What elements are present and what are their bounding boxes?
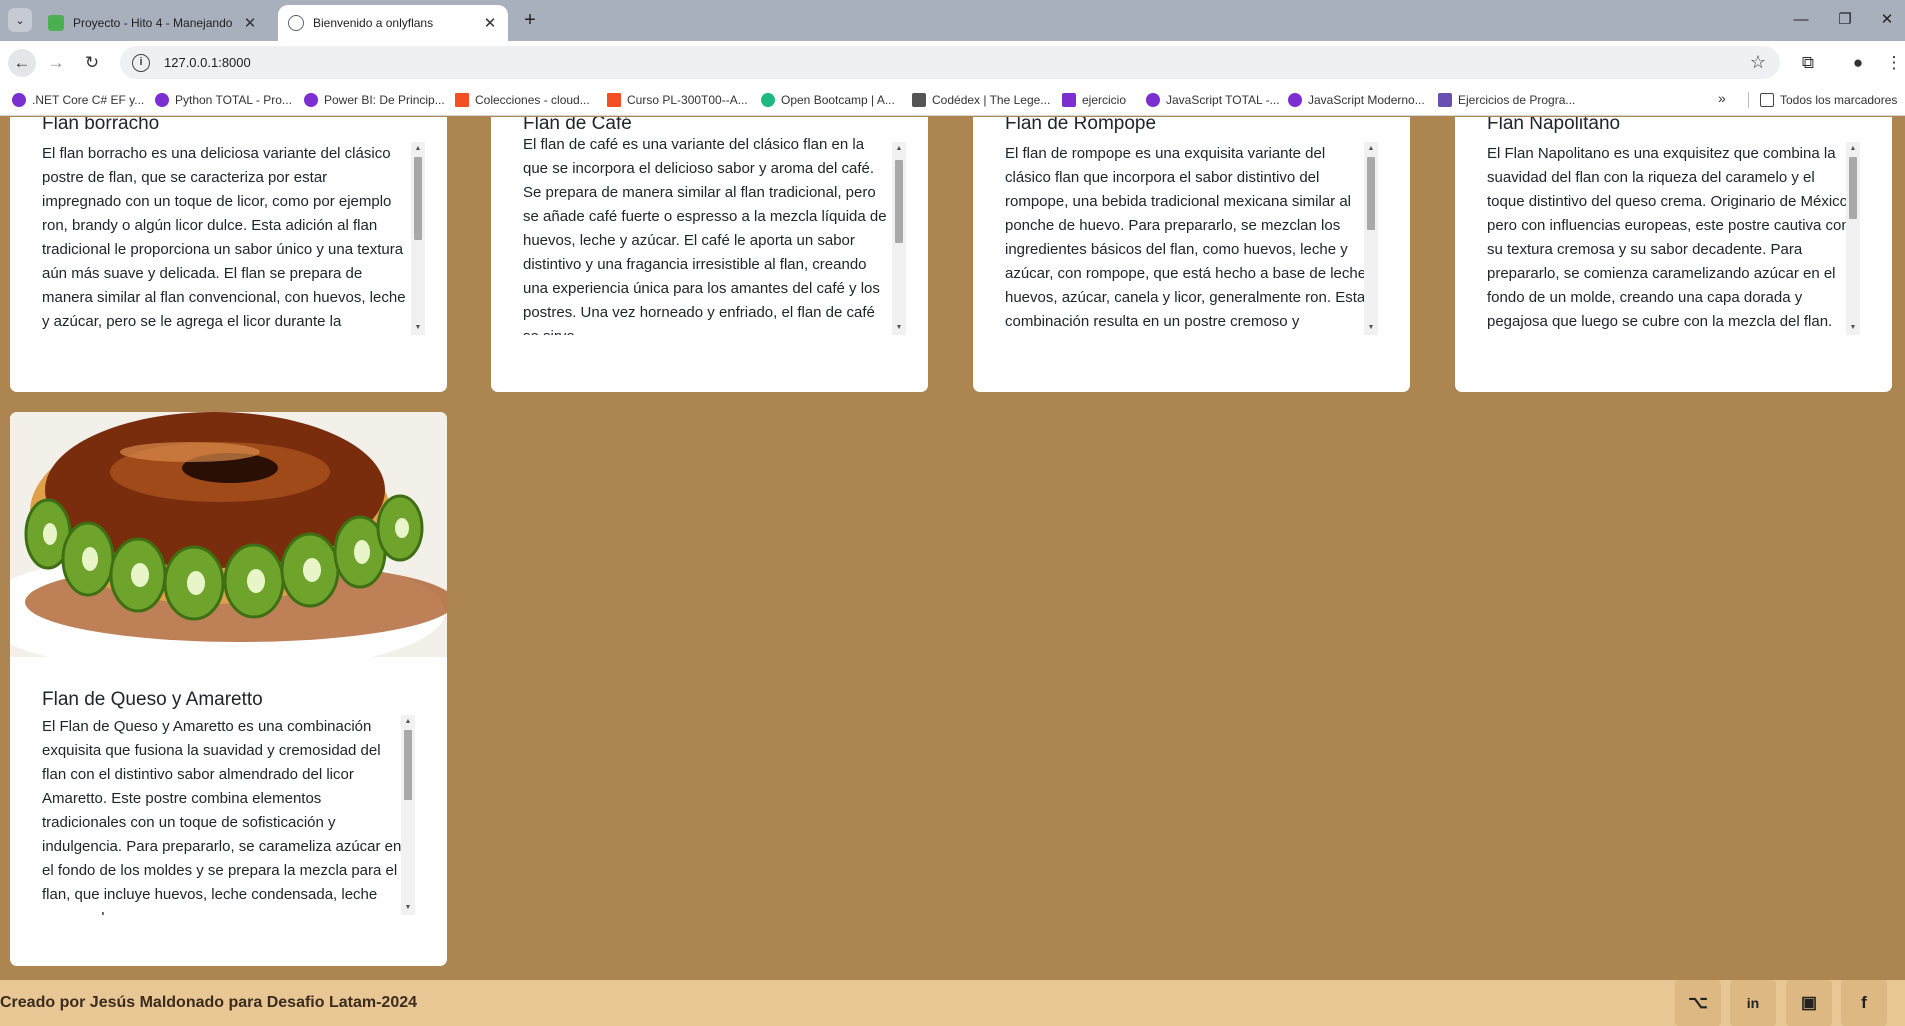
more-bookmarks-icon[interactable]: »: [1718, 90, 1726, 106]
close-tab-icon[interactable]: ✕: [242, 14, 258, 32]
udemy-icon: [1288, 93, 1302, 107]
tab-title: Proyecto - Hito 4 - Manejando: [73, 16, 233, 30]
close-tab-icon[interactable]: ✕: [482, 14, 498, 32]
flan-card: Flan borracho El flan borracho es una de…: [10, 117, 447, 392]
bookmark-item[interactable]: Open Bootcamp | A...: [761, 90, 895, 110]
flan-kiwi-photo: [10, 412, 447, 657]
bookmark-item[interactable]: Codédex | The Lege...: [912, 90, 1050, 110]
scroll-up-icon[interactable]: ▲: [411, 142, 425, 156]
bookmark-item[interactable]: .NET Core C# EF y...: [12, 90, 144, 110]
twitter-icon[interactable]: ▣: [1786, 980, 1832, 1026]
open-bootcamp-icon: [761, 93, 775, 107]
card-title: Flan de Rompope: [1005, 117, 1157, 134]
scroll-thumb[interactable]: [1849, 157, 1857, 219]
description-scrollbar[interactable]: ▲ ▼: [411, 142, 425, 335]
scroll-thumb[interactable]: [404, 730, 412, 800]
microsoft-icon: [607, 93, 621, 107]
flan-card: Flan de Queso y Amaretto El Flan de Ques…: [10, 412, 447, 966]
udemy-icon: [12, 93, 26, 107]
linkedin-icon[interactable]: in: [1730, 980, 1776, 1026]
scroll-up-icon[interactable]: ▲: [892, 142, 906, 156]
scroll-down-icon[interactable]: ▼: [892, 321, 906, 335]
flan-card: Flan Napolitano El Flan Napolitano es un…: [1455, 117, 1892, 392]
card-title: Flan Napolitano: [1487, 117, 1621, 134]
minimize-icon[interactable]: —: [1786, 8, 1816, 32]
description-scrollbar[interactable]: ▲ ▼: [892, 142, 906, 335]
back-button[interactable]: ←: [8, 49, 36, 77]
profile-icon[interactable]: ●: [1846, 51, 1870, 75]
globe-favicon-icon: [288, 15, 304, 31]
scroll-thumb[interactable]: [895, 160, 903, 243]
address-bar[interactable]: i 127.0.0.1:8000 ☆: [120, 46, 1780, 79]
scroll-thumb[interactable]: [1367, 157, 1375, 230]
bookmark-star-icon[interactable]: ☆: [1750, 52, 1766, 73]
bookmarks-bar: .NET Core C# EF y... Python TOTAL - Pro.…: [0, 84, 1905, 116]
bookmark-item[interactable]: Ejercicios de Progra...: [1438, 90, 1575, 110]
footer-credit: Creado por Jesús Maldonado para Desafio …: [0, 994, 418, 1011]
card-title: Flan de Queso y Amaretto: [42, 689, 263, 710]
scroll-down-icon[interactable]: ▼: [401, 901, 415, 915]
exercism-icon: [1438, 93, 1452, 107]
description-scrollbar[interactable]: ▲ ▼: [1364, 142, 1378, 335]
tab-title: Bienvenido a onlyflans: [313, 16, 434, 30]
forward-button[interactable]: →: [42, 49, 70, 77]
card-description[interactable]: El flan de café es una variante del clás…: [523, 133, 892, 335]
site-info-icon[interactable]: i: [132, 53, 150, 72]
code-braces-icon: [1062, 93, 1076, 107]
page-viewport: Flan borracho El flan borracho es una de…: [0, 117, 1905, 1026]
close-window-icon[interactable]: ✕: [1872, 8, 1902, 32]
facebook-icon[interactable]: f: [1841, 980, 1887, 1026]
tab-onlyflans[interactable]: Bienvenido a onlyflans ✕: [278, 5, 508, 41]
card-description[interactable]: El Flan de Queso y Amaretto es una combi…: [42, 715, 411, 915]
reload-button[interactable]: ↻: [78, 49, 106, 77]
card-title: Flan borracho: [42, 117, 160, 134]
github-icon[interactable]: ⌥: [1675, 980, 1721, 1026]
bookmark-item[interactable]: Curso PL-300T00--A...: [607, 90, 748, 110]
bookmark-item[interactable]: JavaScript Moderno...: [1288, 90, 1425, 110]
flan-card: Flan de Café El flan de café es una vari…: [491, 117, 928, 392]
all-bookmarks-button[interactable]: Todos los marcadores: [1760, 90, 1897, 110]
flan-card: Flan de Rompope El flan de rompope es un…: [973, 117, 1410, 392]
scroll-up-icon[interactable]: ▲: [1846, 142, 1860, 156]
url-text[interactable]: 127.0.0.1:8000: [164, 55, 251, 70]
card-description[interactable]: El Flan Napolitano es una exquisitez que…: [1487, 142, 1856, 335]
tab-search-icon[interactable]: ⌄: [8, 8, 32, 32]
description-scrollbar[interactable]: ▲ ▼: [401, 715, 415, 915]
bookmark-item[interactable]: JavaScript TOTAL -...: [1146, 90, 1280, 110]
microsoft-icon: [455, 93, 469, 107]
browser-menu-icon[interactable]: ⋮: [1882, 51, 1905, 75]
tab-strip: ⌄ Proyecto - Hito 4 - Manejando ✕ Bienve…: [0, 0, 1905, 41]
browser-toolbar: ← → ↻ i 127.0.0.1:8000 ☆ ⧉ ● ⋮: [0, 41, 1905, 84]
new-tab-button[interactable]: +: [518, 9, 542, 33]
scroll-down-icon[interactable]: ▼: [411, 321, 425, 335]
extensions-icon[interactable]: ⧉: [1796, 51, 1820, 75]
codedex-icon: [912, 93, 926, 107]
bookmark-item[interactable]: Power BI: De Princip...: [304, 90, 445, 110]
folder-icon: [1760, 93, 1774, 107]
tab-proyecto[interactable]: Proyecto - Hito 4 - Manejando ✕: [38, 5, 268, 41]
bookmark-item[interactable]: ejercicio: [1062, 90, 1126, 110]
card-description[interactable]: El flan de rompope es una exquisita vari…: [1005, 142, 1374, 335]
scroll-up-icon[interactable]: ▲: [401, 715, 415, 729]
pycharm-favicon-icon: [48, 15, 64, 31]
scroll-down-icon[interactable]: ▼: [1846, 321, 1860, 335]
scroll-up-icon[interactable]: ▲: [1364, 142, 1378, 156]
udemy-icon: [304, 93, 318, 107]
bookmark-item[interactable]: Colecciones - cloud...: [455, 90, 590, 110]
page-footer: Creado por Jesús Maldonado para Desafio …: [0, 980, 1905, 1026]
description-scrollbar[interactable]: ▲ ▼: [1846, 142, 1860, 335]
udemy-icon: [155, 93, 169, 107]
udemy-icon: [1146, 93, 1160, 107]
flan-image: [10, 412, 447, 657]
bookmark-item[interactable]: Python TOTAL - Pro...: [155, 90, 292, 110]
scroll-thumb[interactable]: [414, 157, 422, 240]
bookmarks-divider: [1748, 92, 1749, 108]
scroll-down-icon[interactable]: ▼: [1364, 321, 1378, 335]
restore-icon[interactable]: ❐: [1830, 8, 1860, 32]
card-description[interactable]: El flan borracho es una deliciosa varian…: [42, 142, 411, 335]
